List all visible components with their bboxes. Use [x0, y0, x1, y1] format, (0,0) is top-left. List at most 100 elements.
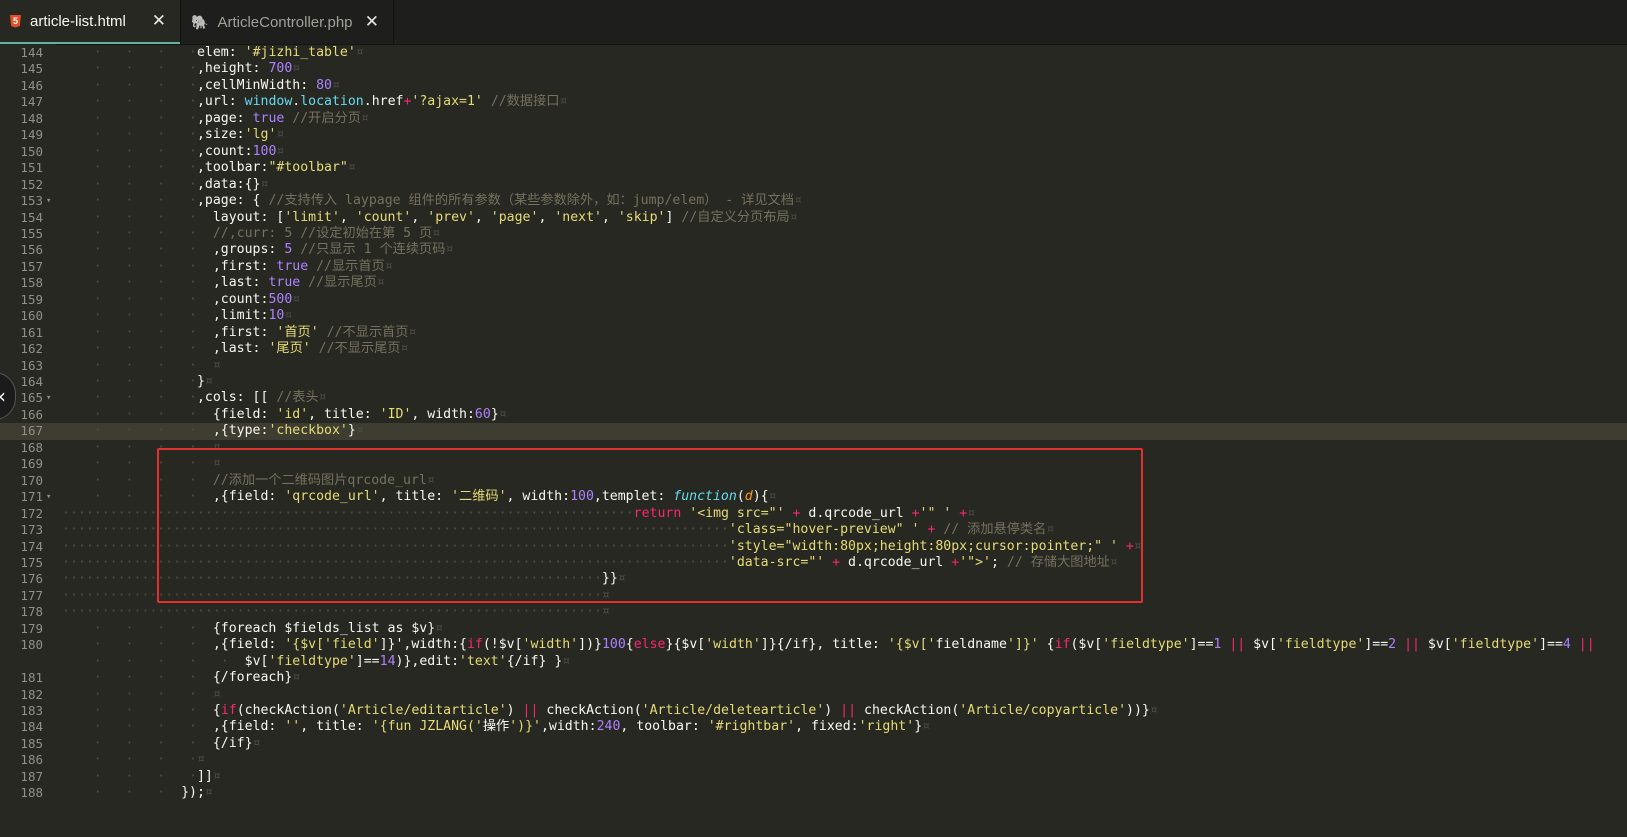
close-icon[interactable]: ✕	[152, 11, 166, 31]
code-line[interactable]: 147 · · · ·,url: window.location.href+'?…	[0, 94, 1627, 111]
code-line[interactable]: 168 · · · · ¤	[0, 440, 1627, 457]
line-number: 150	[20, 143, 43, 159]
code-line[interactable]: 153 ▾ · · · ·,page: { //支持传入 laypage 组件的所…	[0, 193, 1627, 210]
code-line[interactable]: 183 · · · · {if(checkAction('Article/edi…	[0, 703, 1627, 720]
code-text: ········································…	[62, 587, 610, 603]
line-number: 174	[20, 538, 43, 554]
code-text: ········································…	[62, 505, 976, 521]
code-line[interactable]: 162 · · · · ,last: '尾页' //不显示尾页¤	[0, 341, 1627, 358]
code-text: · · · · ,groups: 5 //只显示 1 个连续页码¤	[62, 242, 454, 258]
fold-arrow-icon[interactable]: ▾	[46, 489, 51, 506]
code-line[interactable]: 150 · · · ·,count:100¤	[0, 144, 1627, 161]
code-line[interactable]: 175 ·····································…	[0, 555, 1627, 572]
line-number: 168	[20, 439, 43, 455]
line-number: 163	[20, 357, 43, 373]
code-text: · · · ·,page: { //支持传入 laypage 组件的所有参数（某…	[62, 193, 802, 209]
line-number: 149	[20, 127, 43, 143]
code-line[interactable]: 163 · · · · ¤	[0, 358, 1627, 375]
code-line[interactable]: 164 · · · ·}¤	[0, 374, 1627, 391]
code-line[interactable]: 155 · · · · //,curr: 5 //设定初始在第 5 页¤	[0, 226, 1627, 243]
code-line[interactable]: 146 · · · ·,cellMinWidth: 80¤	[0, 78, 1627, 95]
code-line[interactable]: 149 · · · ·,size:'lg'¤	[0, 127, 1627, 144]
code-line[interactable]: · · · · · $v['fieldtype']==14)},edit:'te…	[0, 654, 1627, 671]
code-line[interactable]: 179 · · · · {foreach $fields_list as $v}…	[0, 621, 1627, 638]
code-line[interactable]: 184 · · · · ,{field: '', title: '{fun JZ…	[0, 719, 1627, 736]
line-number: 179	[20, 620, 43, 636]
code-text: · · · · ¤	[62, 439, 221, 455]
code-line[interactable]: 185 · · · · {/if}¤	[0, 736, 1627, 753]
code-line[interactable]: 166 · · · · {field: 'id', title: 'ID', w…	[0, 407, 1627, 424]
code-line[interactable]: 187 · · · ·]]¤	[0, 769, 1627, 786]
tab-label: ArticleController.php	[217, 13, 353, 31]
code-text: ········································…	[62, 554, 1118, 570]
php-elephant-icon: 🐘	[191, 13, 209, 30]
code-line[interactable]: 161 · · · · ,first: '首页' //不显示首页¤	[0, 325, 1627, 342]
code-text: ········································…	[62, 522, 1055, 538]
line-number: 148	[20, 110, 43, 126]
code-line[interactable]: 167 · · · · ,{type:'checkbox'}¤	[0, 423, 1627, 440]
html5-icon: 5	[10, 14, 21, 28]
code-line[interactable]: 144 · · · ·elem: '#jizhi_table'¤	[0, 45, 1627, 62]
code-line[interactable]: 174 ·····································…	[0, 539, 1627, 556]
line-number: 151	[20, 160, 43, 176]
code-line[interactable]: 152 · · · ·,data:{}¤	[0, 177, 1627, 194]
tab-article-list-html[interactable]: 5 article-list.html ✕	[0, 0, 180, 44]
chevron-left-icon: ‹	[0, 384, 6, 408]
code-text: · · · · {foreach $fields_list as $v}¤	[62, 620, 444, 636]
code-text: · · · · ,limit:10¤	[62, 308, 293, 324]
code-line[interactable]: 178 ·····································…	[0, 604, 1627, 621]
tab-bar: 5 article-list.html ✕ 🐘 ArticleControlle…	[0, 0, 1627, 45]
code-text: · · · ·,cellMinWidth: 80¤	[62, 77, 340, 93]
code-line[interactable]: 158 · · · · ,last: true //显示尾页¤	[0, 275, 1627, 292]
line-number: 146	[20, 77, 43, 93]
code-line[interactable]: 148 · · · ·,page: true //开启分页¤	[0, 111, 1627, 128]
code-line[interactable]: 165 ▾ · · · ·,cols: [[ //表头¤	[0, 390, 1627, 407]
code-line[interactable]: 145 · · · ·,height: 700¤	[0, 61, 1627, 78]
line-number: 188	[20, 785, 43, 801]
code-line[interactable]: 159 · · · · ,count:500¤	[0, 292, 1627, 309]
code-line[interactable]: 156 · · · · ,groups: 5 //只显示 1 个连续页码¤	[0, 242, 1627, 259]
line-number: 157	[20, 258, 43, 274]
line-number: 173	[20, 522, 43, 538]
fold-arrow-icon[interactable]: ▾	[46, 193, 51, 210]
code-text: · · · · {/if}¤	[62, 735, 261, 751]
code-text: · · · · {field: 'id', title: 'ID', width…	[62, 406, 507, 422]
code-line[interactable]: 173 ·····································…	[0, 522, 1627, 539]
code-line[interactable]: 176 ·····································…	[0, 571, 1627, 588]
code-line[interactable]: 188 · · · });¤	[0, 785, 1627, 802]
code-line[interactable]: 160 · · · · ,limit:10¤	[0, 308, 1627, 325]
line-number: 158	[20, 275, 43, 291]
code-text: · · · · ¤	[62, 686, 221, 702]
code-text: · · · · //添加一个二维码图片qrcode_url¤	[62, 472, 435, 488]
line-number: 175	[20, 554, 43, 570]
line-number: 169	[20, 456, 43, 472]
code-text: · · · ·,size:'lg'¤	[62, 127, 285, 143]
code-text: · · · ·,count:100¤	[62, 143, 285, 159]
line-number: 183	[20, 703, 43, 718]
code-line[interactable]: 170 · · · · //添加一个二维码图片qrcode_url¤	[0, 473, 1627, 490]
code-text: · · · ·]]¤	[62, 768, 221, 784]
code-text: · · · ·,cols: [[ //表头¤	[62, 390, 327, 406]
code-line[interactable]: 154 · · · · layout: ['limit', 'count', '…	[0, 210, 1627, 227]
code-text: ········································…	[62, 571, 626, 587]
code-line[interactable]: 169 · · · · ¤	[0, 456, 1627, 473]
code-line[interactable]: 157 · · · · ,first: true //显示首页¤	[0, 259, 1627, 276]
code-text: · · · · · $v['fieldtype']==14)},edit:'te…	[62, 653, 571, 669]
code-line[interactable]: 151 · · · ·,toolbar:"#toolbar"¤	[0, 160, 1627, 177]
code-line[interactable]: 171 ▾ · · · · ,{field: 'qrcode_url', titl…	[0, 489, 1627, 506]
code-text: · · · · ,{field: '{$v['field']}',width:{…	[62, 637, 1595, 653]
code-line[interactable]: 180 · · · · ,{field: '{$v['field']}',wid…	[0, 637, 1627, 654]
line-number: 156	[20, 242, 43, 258]
code-line[interactable]: 186 · · · ·¤	[0, 752, 1627, 769]
tab-label: article-list.html	[30, 12, 126, 30]
fold-arrow-icon[interactable]: ▾	[46, 390, 51, 407]
code-line[interactable]: 172 ·····································…	[0, 506, 1627, 523]
code-line[interactable]: 177 ·····································…	[0, 588, 1627, 605]
code-text: · · · · ,first: true //显示首页¤	[62, 258, 393, 274]
code-line[interactable]: 182 · · · · ¤	[0, 687, 1627, 704]
close-icon[interactable]: ✕	[365, 12, 379, 32]
line-number: 147	[20, 94, 43, 110]
tab-articlecontroller-php[interactable]: 🐘 ArticleController.php ✕	[180, 0, 394, 44]
code-line[interactable]: 181 · · · · {/foreach}¤	[0, 670, 1627, 687]
code-text: · · · ·,url: window.location.href+'?ajax…	[62, 94, 568, 110]
